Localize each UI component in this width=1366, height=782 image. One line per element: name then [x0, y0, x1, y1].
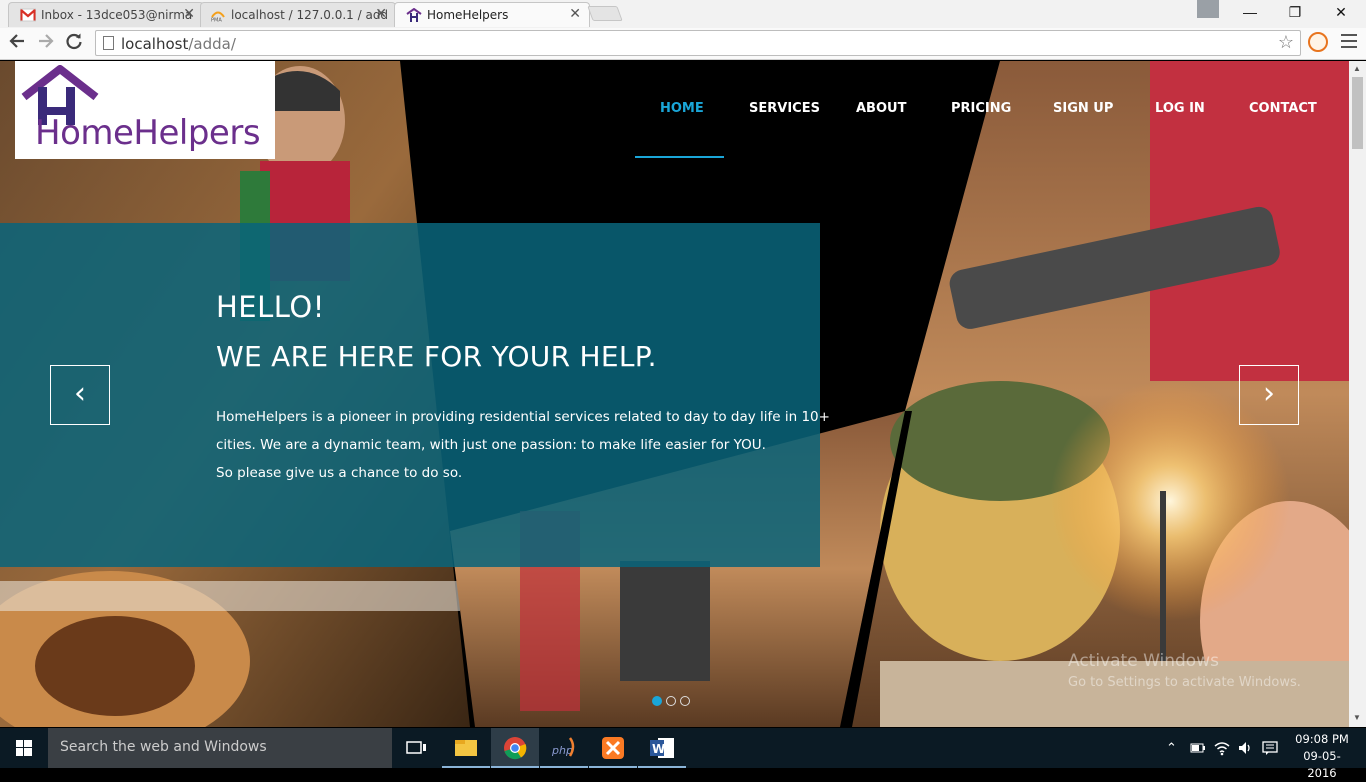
- page-scrollbar[interactable]: ▲ ▼: [1349, 61, 1366, 727]
- nav-about[interactable]: ABOUT: [856, 101, 906, 116]
- tab-title: localhost / 127.0.0.1 / add: [231, 8, 389, 22]
- page-viewport: HomeHelpers HOME SERVICES ABOUT PRICING …: [0, 61, 1349, 727]
- nav-log-in[interactable]: LOG IN: [1155, 101, 1205, 116]
- hero-caption: HELLO! WE ARE HERE FOR YOUR HELP. HomeHe…: [0, 223, 830, 567]
- volume-icon[interactable]: [1237, 740, 1253, 756]
- carousel-indicators: [652, 693, 694, 706]
- chrome-menu-icon[interactable]: [1341, 34, 1357, 52]
- back-arrow-icon[interactable]: [6, 32, 28, 54]
- new-tab-button[interactable]: [587, 6, 623, 21]
- extension-icon[interactable]: [1308, 32, 1328, 52]
- url-text[interactable]: localhost/adda/: [121, 35, 236, 53]
- address-bar[interactable]: localhost/adda/ ☆: [95, 30, 1301, 56]
- close-icon[interactable]: ✕: [183, 6, 195, 22]
- nav-sign-up[interactable]: SIGN UP: [1053, 101, 1113, 116]
- user-profile-icon[interactable]: [1197, 0, 1219, 18]
- close-window-button[interactable]: ✕: [1318, 0, 1364, 24]
- hero-subheading: WE ARE HERE FOR YOUR HELP.: [216, 340, 657, 373]
- task-view-icon[interactable]: [392, 728, 440, 768]
- homehelpers-icon: [406, 8, 422, 22]
- nav-pricing[interactable]: PRICING: [951, 101, 1011, 116]
- nav-contact[interactable]: CONTACT: [1249, 101, 1317, 116]
- maximize-button[interactable]: ❐: [1272, 0, 1318, 24]
- windows-logo-icon: [16, 740, 32, 756]
- tab-gmail[interactable]: Inbox - 13dce053@nirma ✕: [8, 2, 204, 27]
- start-button[interactable]: [0, 728, 48, 768]
- hero-paragraph-line: So please give us a chance to do so.: [216, 465, 463, 481]
- gmail-icon: [20, 8, 36, 22]
- minimize-button[interactable]: —: [1227, 0, 1273, 24]
- nav-active-indicator: [635, 156, 724, 158]
- close-icon[interactable]: ✕: [375, 6, 387, 22]
- scroll-down-icon[interactable]: ▼: [1353, 713, 1361, 722]
- taskbar-clock[interactable]: 09:08 PM 09-05-2016: [1290, 731, 1354, 782]
- wifi-icon[interactable]: [1214, 740, 1230, 756]
- forward-arrow-icon[interactable]: [35, 32, 57, 54]
- chevron-left-icon: ‹: [74, 376, 86, 411]
- nav-home[interactable]: HOME: [660, 101, 704, 116]
- tab-title: HomeHelpers: [427, 8, 509, 22]
- windows-taskbar: Search the web and Windows php W ⌃ 09:08…: [0, 728, 1366, 780]
- php-icon[interactable]: php: [540, 728, 588, 768]
- xampp-icon[interactable]: [589, 728, 637, 768]
- reload-icon[interactable]: [63, 32, 85, 54]
- svg-text:W: W: [652, 742, 665, 756]
- browser-toolbar: localhost/adda/ ☆: [0, 28, 1366, 60]
- svg-text:PMA: PMA: [211, 18, 222, 23]
- main-nav: HOME SERVICES ABOUT PRICING SIGN UP LOG …: [0, 101, 1349, 121]
- hero-heading: HELLO!: [216, 290, 325, 324]
- chrome-icon[interactable]: [491, 728, 539, 768]
- tab-homehelpers[interactable]: HomeHelpers ✕: [394, 2, 590, 27]
- carousel-dot[interactable]: [666, 696, 676, 706]
- carousel-dot[interactable]: [680, 696, 690, 706]
- taskbar-search-input[interactable]: Search the web and Windows: [48, 728, 392, 768]
- clock-time: 09:08 PM: [1295, 732, 1349, 746]
- hero-paragraph: HomeHelpers is a pioneer in providing re…: [216, 403, 830, 487]
- activate-windows-watermark: Activate Windows Go to Settings to activ…: [1068, 651, 1301, 690]
- word-icon[interactable]: W: [638, 728, 686, 768]
- tab-title: Inbox - 13dce053@nirma: [41, 8, 193, 22]
- close-icon[interactable]: ✕: [569, 6, 581, 22]
- battery-icon[interactable]: [1190, 741, 1206, 755]
- clock-date: 09-05-2016: [1303, 749, 1341, 780]
- tab-phpmyadmin[interactable]: PMA localhost / 127.0.0.1 / add ✕: [200, 2, 396, 27]
- carousel-dot[interactable]: [652, 696, 662, 706]
- hero-paragraph-line: HomeHelpers is a pioneer in providing re…: [216, 409, 830, 425]
- file-explorer-icon[interactable]: [442, 728, 490, 768]
- chevron-right-icon: ›: [1263, 376, 1275, 411]
- url-path: /adda/: [188, 35, 236, 53]
- bookmark-star-icon[interactable]: ☆: [1278, 32, 1294, 53]
- nav-services[interactable]: SERVICES: [749, 101, 820, 116]
- notifications-icon[interactable]: [1262, 740, 1278, 756]
- watermark-subtitle: Go to Settings to activate Windows.: [1068, 675, 1301, 690]
- url-host: localhost: [121, 35, 189, 53]
- hero-paragraph-line: cities. We are a dynamic team, with just…: [216, 437, 766, 453]
- carousel-next-button[interactable]: ›: [1239, 365, 1299, 425]
- page-icon: [103, 36, 114, 50]
- scroll-up-icon[interactable]: ▲: [1353, 64, 1361, 73]
- scrollbar-thumb[interactable]: [1352, 77, 1363, 149]
- watermark-title: Activate Windows: [1068, 651, 1219, 671]
- phpmyadmin-icon: PMA: [211, 11, 225, 23]
- browser-tab-strip: Inbox - 13dce053@nirma ✕ PMA localhost /…: [0, 0, 1366, 28]
- show-hidden-icons[interactable]: ⌃: [1166, 740, 1177, 756]
- carousel-prev-button[interactable]: ‹: [50, 365, 110, 425]
